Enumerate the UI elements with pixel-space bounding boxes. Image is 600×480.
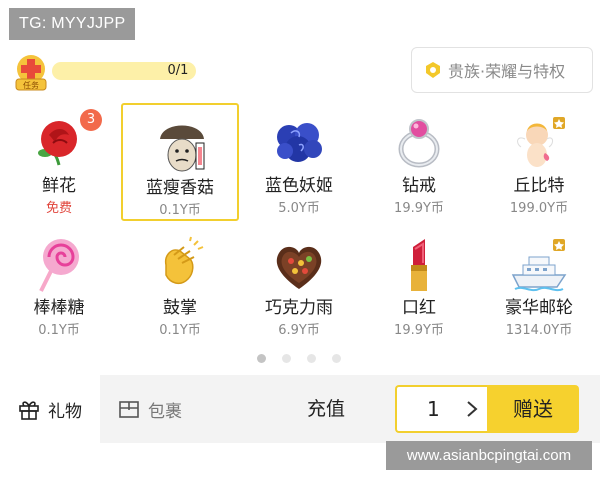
gift-price: 6.9Y币 — [278, 323, 320, 338]
package-icon — [119, 401, 139, 418]
cupid-icon — [517, 117, 565, 167]
mushroom-emoji-icon — [160, 125, 205, 172]
gift-item-selected[interactable]: 蓝瘦香菇 0.1Y币 — [121, 103, 239, 221]
gift-price: 0.1Y币 — [159, 203, 201, 218]
gift-item[interactable]: 口红 19.9Y币 — [360, 225, 478, 343]
lipstick-icon — [411, 239, 427, 291]
noble-shield-icon — [426, 62, 440, 78]
watermark-top: TG: MYYJJPP — [9, 8, 135, 40]
gift-price: 5.0Y币 — [278, 201, 320, 216]
tab-bag[interactable]: 包裹 — [118, 375, 198, 443]
gift-item[interactable]: 3 鲜花 免费 — [0, 103, 118, 221]
gift-price: 1314.0Y币 — [505, 323, 573, 338]
gift-grid: 3 鲜花 免费 蓝瘦香菇 0.1Y币 蓝色妖姬 5.0Y币 钻戒 19.9Y币 … — [0, 103, 600, 343]
blue-rose-icon — [277, 123, 322, 162]
gift-name: 棒棒糖 — [33, 298, 85, 318]
page-indicator — [257, 354, 343, 364]
tab-gift-label: 礼物 — [48, 401, 82, 422]
gift-name: 豪华邮轮 — [505, 298, 573, 318]
quantity-value: 1 — [427, 397, 440, 421]
recharge-button[interactable]: 充值 — [296, 375, 356, 443]
gift-name: 鼓掌 — [163, 298, 197, 318]
gift-item[interactable]: 鼓掌 0.1Y币 — [121, 225, 239, 343]
cruise-ship-icon — [511, 239, 567, 292]
noble-button-label: 贵族·荣耀与特权 — [448, 62, 566, 81]
gift-item[interactable]: 巧克力雨 6.9Y币 — [240, 225, 358, 343]
page-dot[interactable] — [307, 354, 316, 363]
page-dot[interactable] — [282, 354, 291, 363]
gift-name: 钻戒 — [402, 176, 436, 196]
quantity-selector[interactable]: 1 — [395, 385, 487, 433]
gift-name: 蓝瘦香菇 — [146, 178, 214, 198]
task-badge-label: 任务 — [23, 80, 39, 90]
gift-box-icon — [19, 401, 39, 420]
gift-name: 蓝色妖姬 — [265, 176, 333, 196]
chocolate-box-icon — [276, 246, 322, 289]
page-dot-active[interactable] — [257, 354, 266, 363]
chevron-right-icon[interactable] — [465, 400, 479, 418]
noble-privilege-button[interactable]: 贵族·荣耀与特权 — [411, 47, 593, 93]
gift-name: 口红 — [402, 298, 436, 318]
gift-price: 19.9Y币 — [394, 323, 444, 338]
tab-gift[interactable]: 礼物 — [0, 375, 100, 443]
task-count: 0/1 — [167, 63, 189, 78]
page-dot[interactable] — [332, 354, 341, 363]
gift-name: 鲜花 — [42, 176, 76, 196]
gift-item[interactable]: 蓝色妖姬 5.0Y币 — [240, 103, 358, 221]
tab-bag-label: 包裹 — [148, 401, 182, 422]
bottom-bar: 礼物 包裹 充值 1 赠送 — [0, 375, 600, 443]
gift-item[interactable]: 豪华邮轮 1314.0Y币 — [480, 225, 598, 343]
gift-item[interactable]: 丘比特 199.0Y币 — [480, 103, 598, 221]
diamond-ring-icon — [398, 119, 440, 168]
clapping-hands-icon — [164, 236, 204, 285]
watermark-bottom: www.asianbcpingtai.com — [386, 441, 592, 470]
gift-name: 巧克力雨 — [265, 298, 333, 318]
gift-price: 19.9Y币 — [394, 201, 444, 216]
gift-item[interactable]: 钻戒 19.9Y币 — [360, 103, 478, 221]
gift-price: 免费 — [45, 201, 72, 216]
lollipop-icon — [39, 239, 79, 292]
gift-price: 0.1Y币 — [159, 323, 201, 338]
gift-count-badge: 3 — [80, 109, 102, 131]
gift-name: 丘比特 — [513, 176, 565, 196]
gift-item[interactable]: 棒棒糖 0.1Y币 — [0, 225, 118, 343]
send-gift-button[interactable]: 赠送 — [487, 385, 579, 433]
task-medal-icon[interactable]: 任务 — [12, 53, 50, 91]
gift-price: 0.1Y币 — [38, 323, 80, 338]
gift-price: 199.0Y币 — [509, 201, 569, 216]
